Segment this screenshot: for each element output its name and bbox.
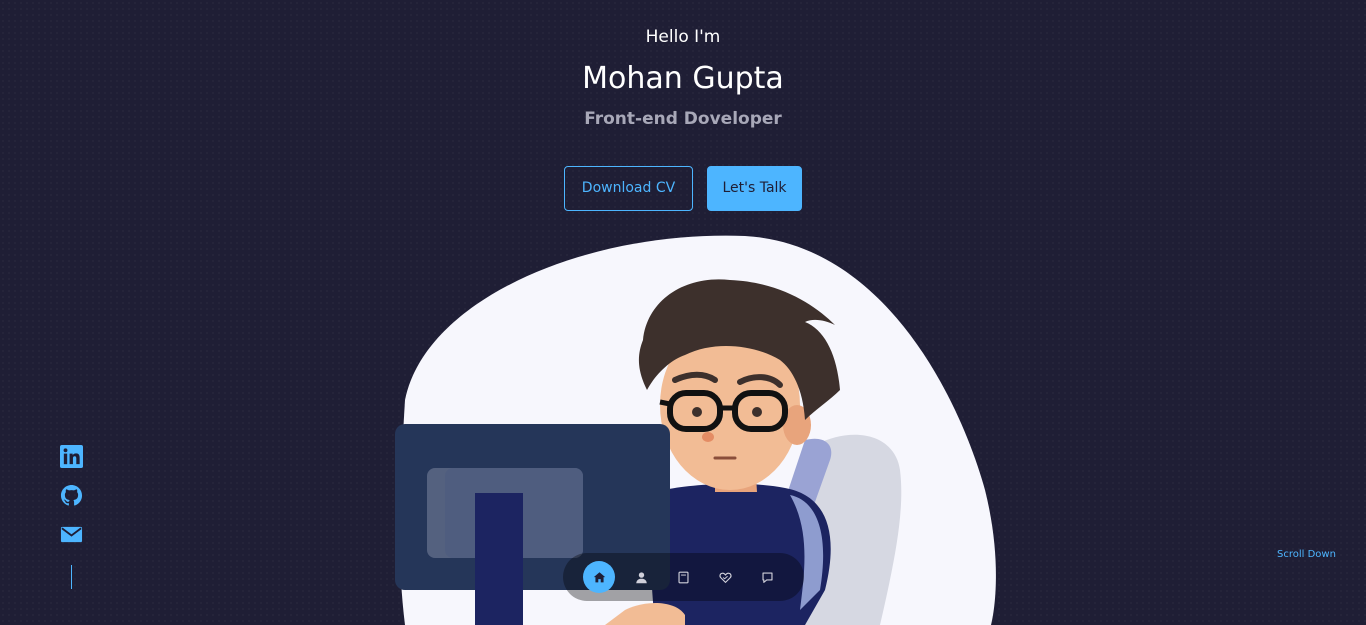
handshake-icon <box>718 572 732 583</box>
nav-services[interactable] <box>709 561 741 593</box>
github-icon[interactable] <box>60 484 83 507</box>
home-icon <box>593 571 605 582</box>
nav-about[interactable] <box>625 561 657 593</box>
message-icon <box>761 571 773 583</box>
social-divider-line <box>71 565 72 589</box>
nav-experience[interactable] <box>667 561 699 593</box>
scroll-down-link[interactable]: Scroll Down <box>1277 549 1336 560</box>
social-links <box>60 445 84 589</box>
nav-contact[interactable] <box>751 561 783 593</box>
profile-name: Mohan Gupta <box>582 61 784 96</box>
bottom-nav <box>563 553 804 601</box>
book-icon <box>677 571 689 583</box>
nav-home[interactable] <box>583 561 615 593</box>
greeting-text: Hello I'm <box>645 27 721 47</box>
linkedin-icon[interactable] <box>60 445 83 468</box>
lets-talk-button[interactable]: Let's Talk <box>707 166 802 211</box>
user-icon <box>635 571 647 583</box>
profile-role: Front-end Doveloper <box>584 109 782 129</box>
download-cv-button[interactable]: Download CV <box>564 166 693 211</box>
mail-icon[interactable] <box>60 523 83 546</box>
